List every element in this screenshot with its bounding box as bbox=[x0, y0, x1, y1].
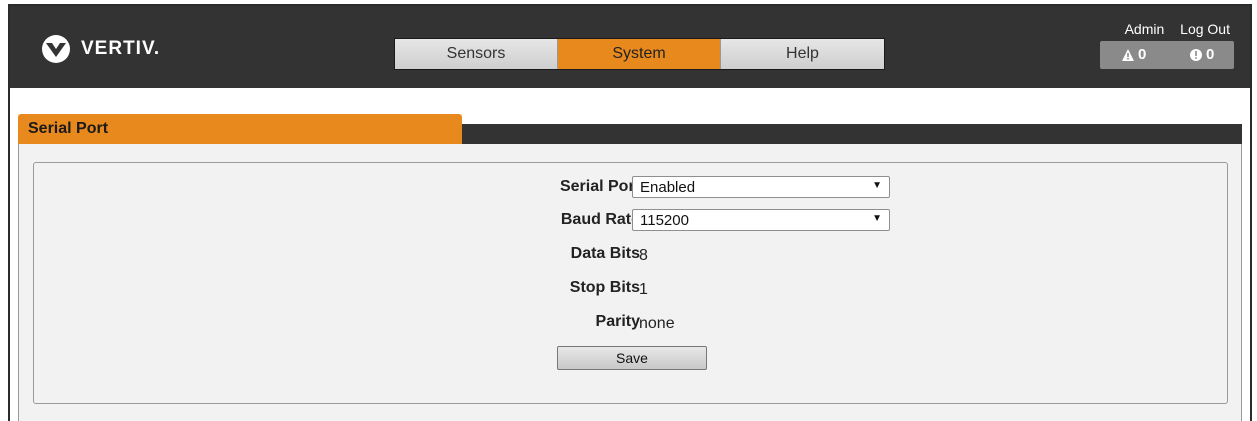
vertiv-logo[interactable]: VERTIV. bbox=[38, 34, 160, 64]
top-bar: VERTIV. Sensors System Help Admin Log Ou… bbox=[10, 6, 1250, 88]
dropdown-arrow-icon: ▼ bbox=[872, 180, 882, 191]
baud-rate-row: Baud Rate 115200 ▼ bbox=[34, 209, 1227, 233]
stop-bits-value: 1 bbox=[639, 281, 648, 298]
warning-count: 0 bbox=[1138, 46, 1147, 63]
critical-count: 0 bbox=[1206, 46, 1215, 63]
baud-rate-select[interactable]: 115200 ▼ bbox=[632, 209, 890, 231]
alert-status: 0 0 bbox=[1100, 41, 1234, 69]
critical-alert[interactable]: 0 bbox=[1189, 46, 1214, 63]
tab-sensors[interactable]: Sensors bbox=[395, 39, 558, 69]
brand-name: VERTIV. bbox=[81, 38, 161, 59]
serial-port-select[interactable]: Enabled ▼ bbox=[632, 176, 890, 198]
data-bits-row: Data Bits 8 bbox=[34, 243, 1227, 267]
vertiv-logo-icon bbox=[42, 35, 70, 63]
serial-port-panel: Serial Port Enabled ▼ Baud Rate 115200 ▼… bbox=[18, 144, 1242, 421]
warning-icon bbox=[1122, 48, 1134, 61]
panel-header-bar bbox=[462, 124, 1242, 144]
serial-port-label: Serial Port bbox=[559, 178, 640, 195]
parity-row: Parity none bbox=[34, 311, 1227, 335]
admin-link[interactable]: Admin bbox=[1125, 21, 1165, 37]
save-button[interactable]: Save bbox=[557, 346, 707, 370]
baud-rate-value: 115200 bbox=[640, 211, 689, 229]
main-nav: Sensors System Help bbox=[394, 38, 885, 70]
serial-port-row: Serial Port Enabled ▼ bbox=[34, 176, 1227, 200]
panel-title: Serial Port bbox=[18, 114, 462, 144]
warning-alert[interactable]: 0 bbox=[1121, 46, 1146, 63]
data-bits-value: 8 bbox=[639, 247, 648, 264]
parity-label: Parity bbox=[595, 313, 640, 330]
data-bits-label: Data Bits bbox=[570, 245, 640, 262]
serial-port-form: Serial Port Enabled ▼ Baud Rate 115200 ▼… bbox=[33, 162, 1228, 404]
parity-value: none bbox=[639, 315, 675, 332]
user-links: Admin Log Out bbox=[1113, 21, 1230, 37]
tab-help[interactable]: Help bbox=[721, 39, 884, 69]
baud-rate-label: Baud Rate bbox=[560, 211, 640, 228]
stop-bits-label: Stop Bits bbox=[569, 279, 640, 296]
dropdown-arrow-icon: ▼ bbox=[872, 213, 882, 224]
logout-link[interactable]: Log Out bbox=[1180, 21, 1230, 37]
critical-icon bbox=[1190, 48, 1202, 61]
serial-port-value: Enabled bbox=[640, 178, 696, 196]
tab-system[interactable]: System bbox=[558, 39, 721, 69]
stop-bits-row: Stop Bits 1 bbox=[34, 277, 1227, 301]
